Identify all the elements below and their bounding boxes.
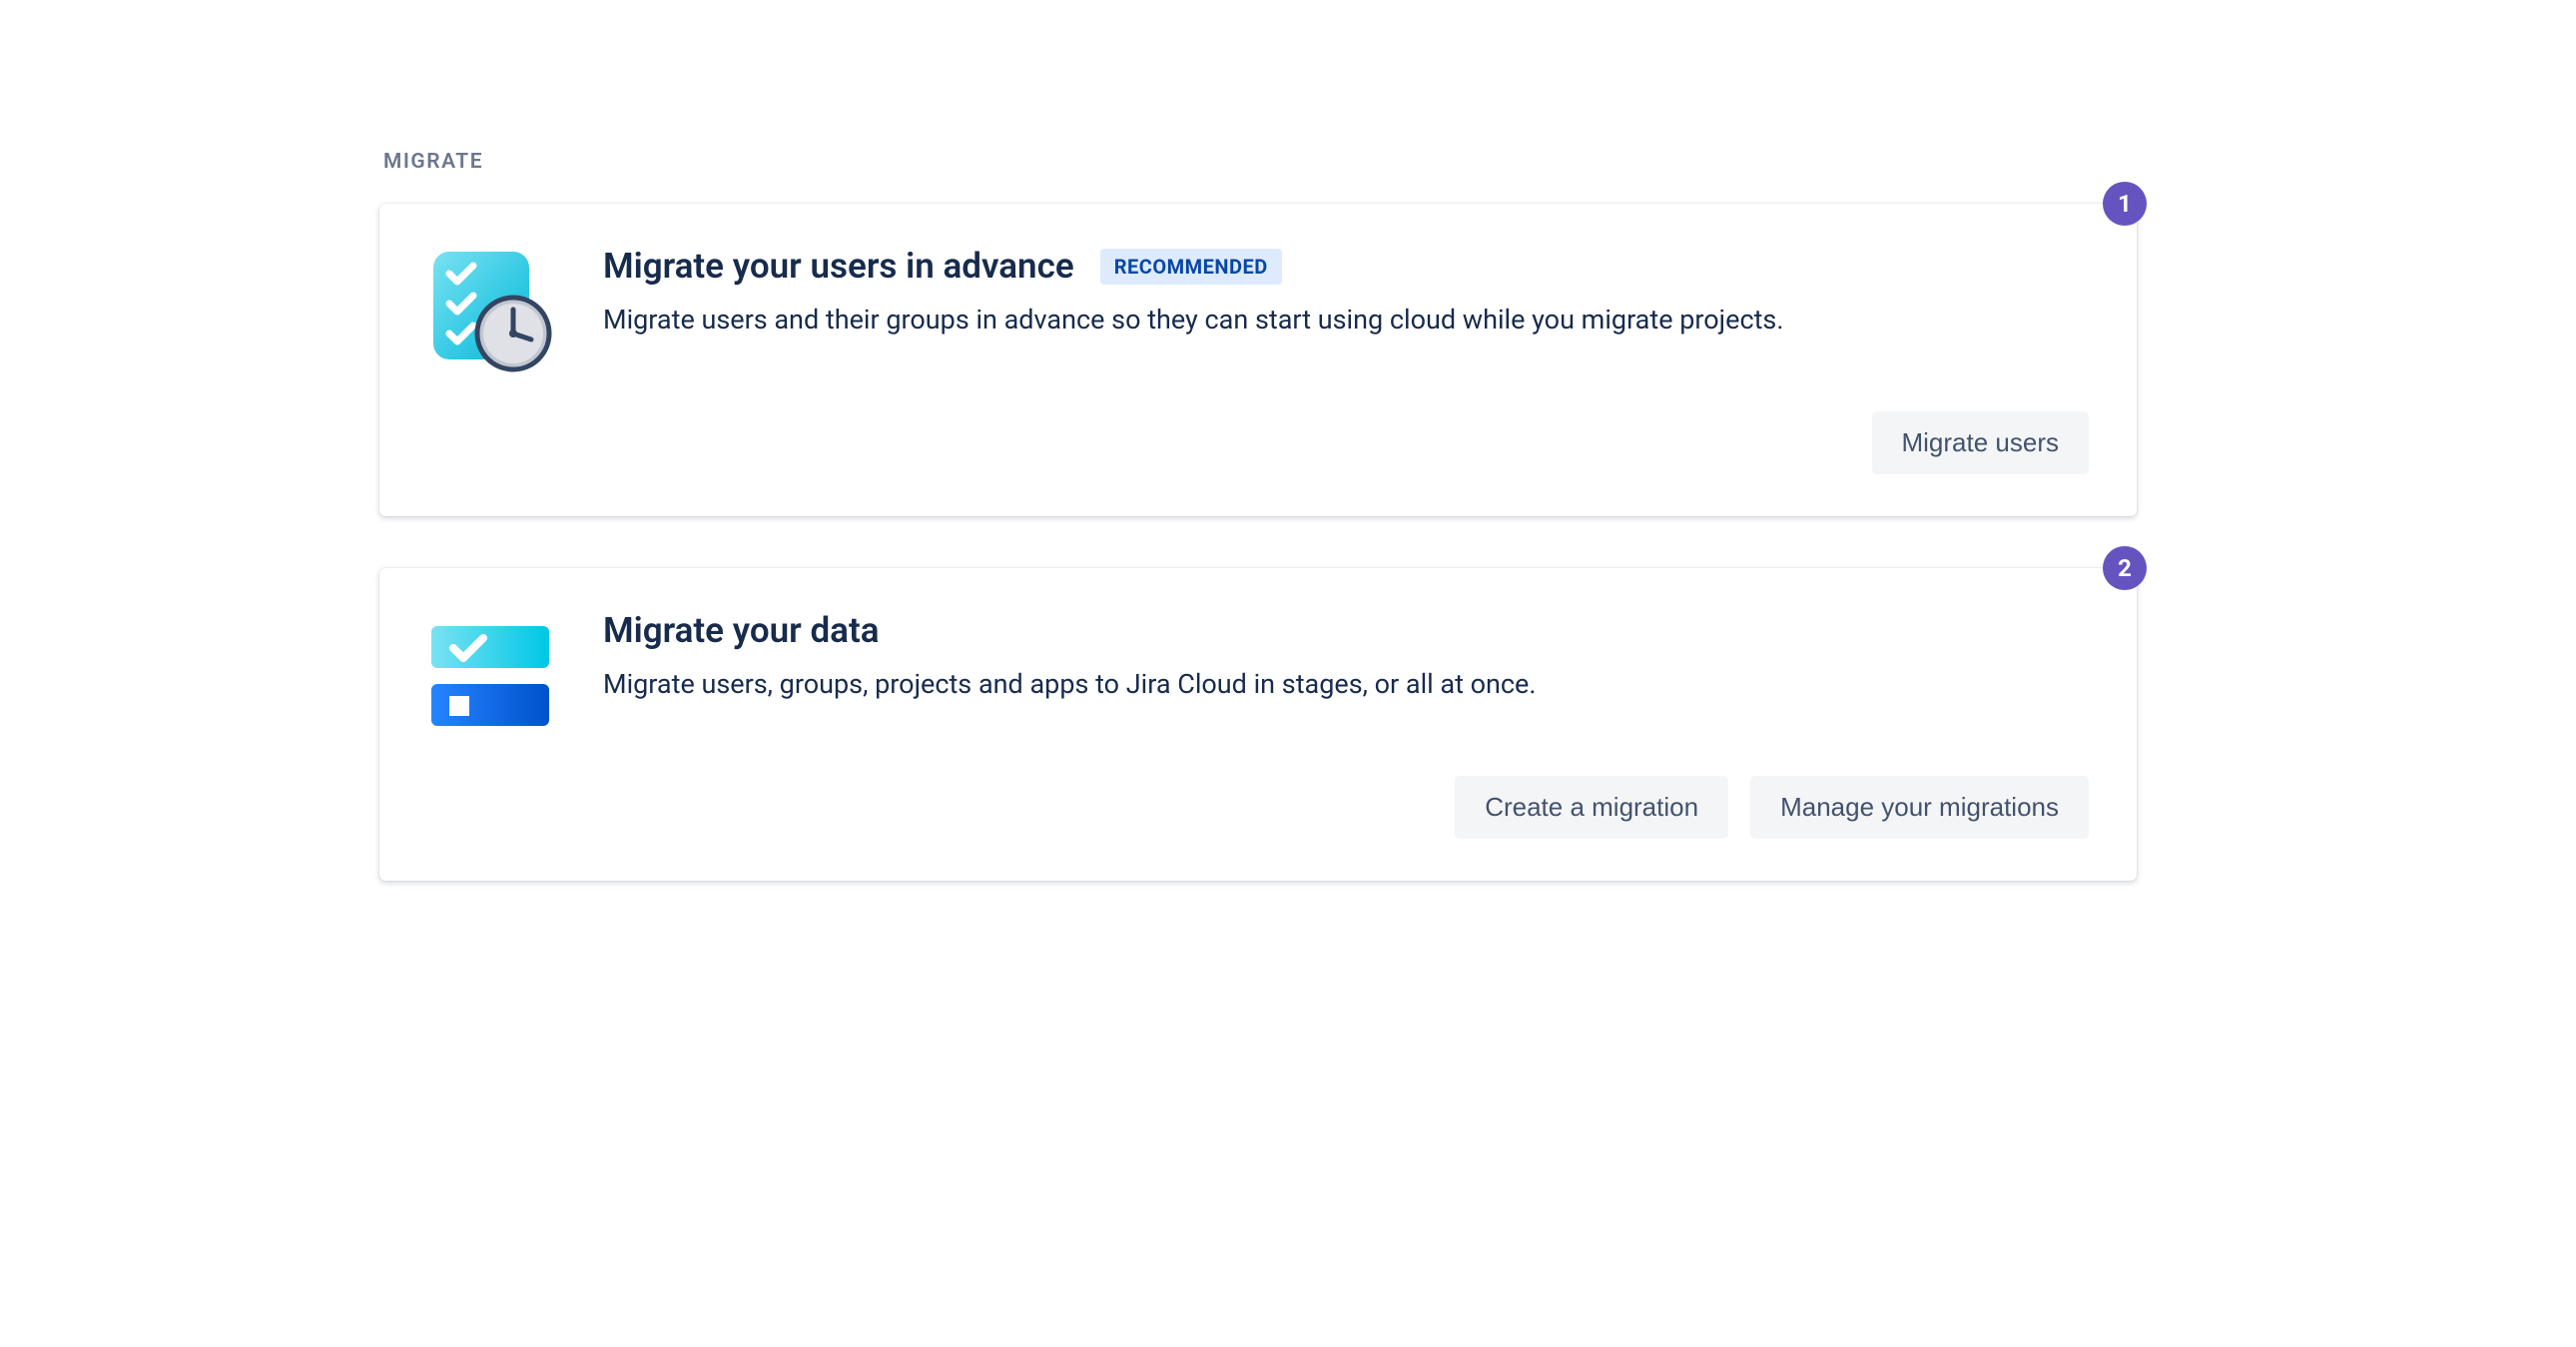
checklist-clock-icon xyxy=(427,246,567,375)
card-title: Migrate your data xyxy=(603,610,880,651)
step-badge-1: 1 xyxy=(2103,182,2147,226)
manage-migrations-button[interactable]: Manage your migrations xyxy=(1750,776,2089,839)
migrate-section: MIGRATE 1 xyxy=(379,150,2137,881)
card-title: Migrate your users in advance xyxy=(603,246,1074,287)
migrate-users-card: 1 xyxy=(379,204,2137,516)
migrate-data-card: 2 xyxy=(379,568,2137,881)
section-heading: MIGRATE xyxy=(383,150,2137,174)
recommended-badge: RECOMMENDED xyxy=(1100,249,1282,285)
step-badge-2: 2 xyxy=(2103,546,2147,590)
tasks-icon xyxy=(427,610,567,740)
migrate-users-button[interactable]: Migrate users xyxy=(1872,411,2090,474)
card-description: Migrate users and their groups in advanc… xyxy=(603,301,1901,339)
card-description: Migrate users, groups, projects and apps… xyxy=(603,665,1901,704)
create-migration-button[interactable]: Create a migration xyxy=(1455,776,1728,839)
